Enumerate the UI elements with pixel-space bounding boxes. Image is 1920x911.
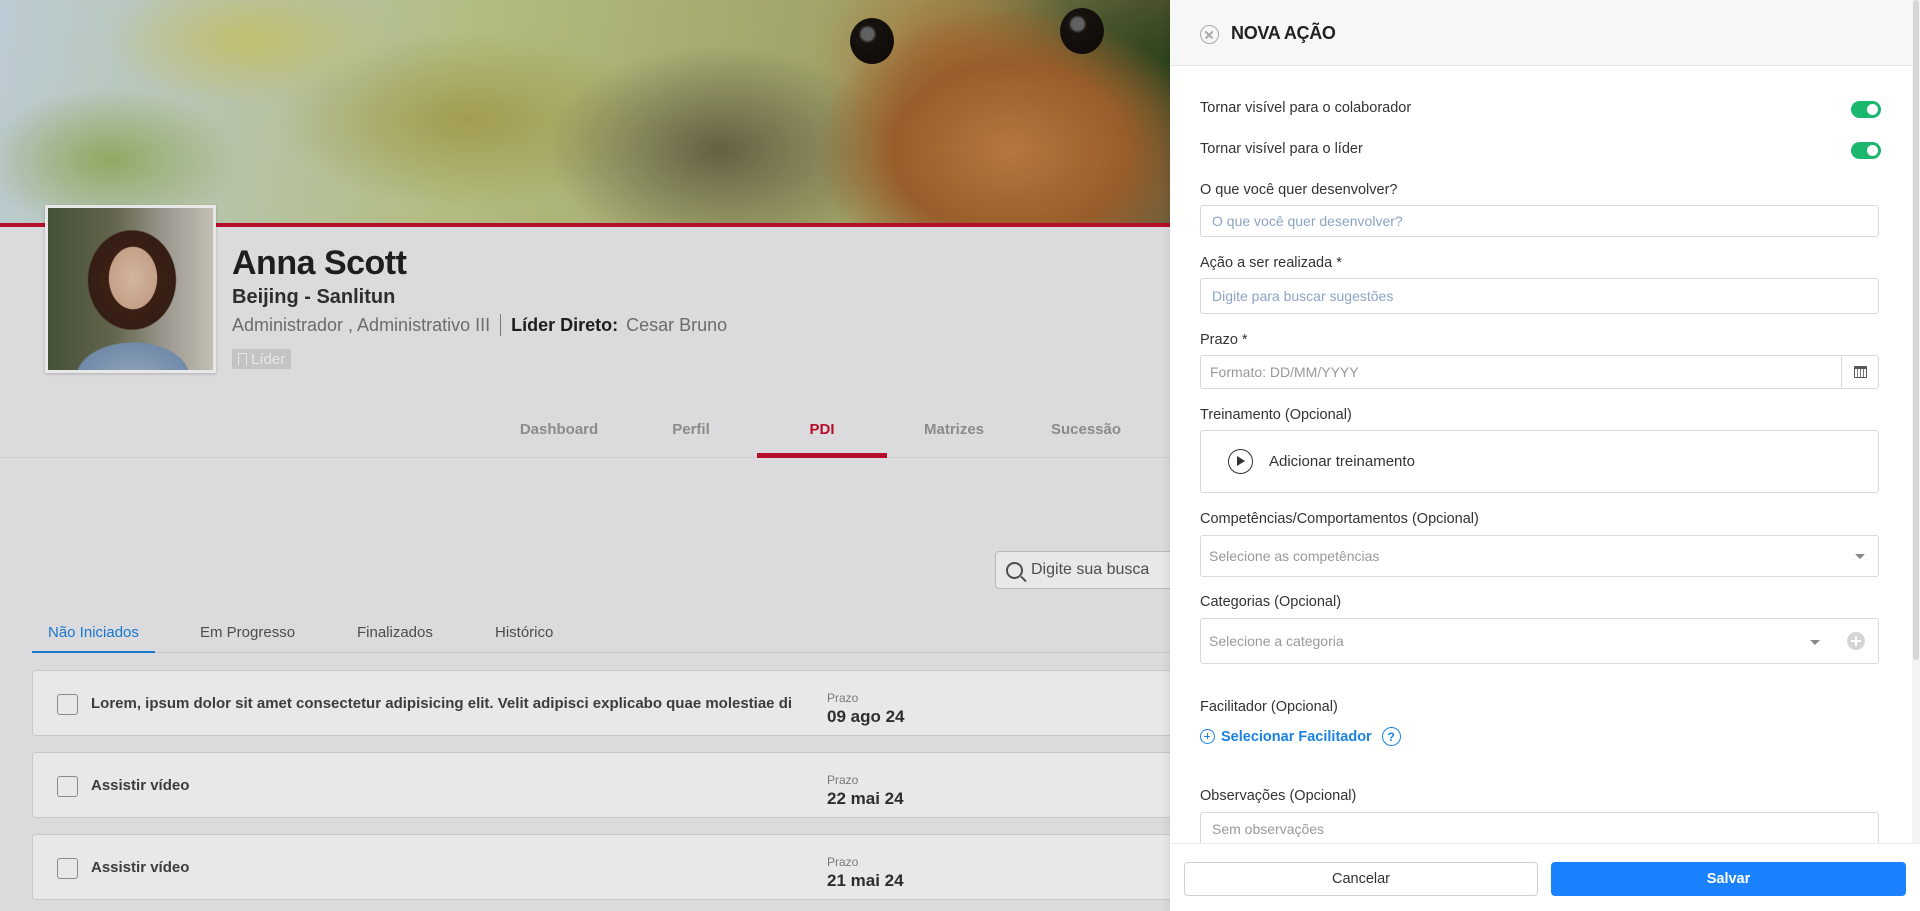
categories-placeholder: Selecione a categoria <box>1209 633 1344 649</box>
notes-label: Observações (Opcional) <box>1200 788 1357 804</box>
close-icon[interactable] <box>1200 25 1219 44</box>
training-label: Treinamento (Opcional) <box>1200 407 1352 423</box>
categories-select[interactable]: Selecione a categoria <box>1200 618 1879 664</box>
action-input[interactable] <box>1212 279 1878 313</box>
new-action-drawer: NOVA AÇÃO Tornar visível para o colabora… <box>1170 0 1920 911</box>
competencies-select[interactable]: Selecione as competências <box>1200 535 1879 577</box>
develop-label: O que você quer desenvolver? <box>1200 182 1398 198</box>
modal-backdrop[interactable] <box>0 0 1170 911</box>
notes-placeholder: Sem observações <box>1212 821 1325 837</box>
add-training-button[interactable]: Adicionar treinamento <box>1200 430 1879 493</box>
help-icon[interactable]: ? <box>1381 727 1401 746</box>
add-category-icon[interactable] <box>1847 632 1865 650</box>
visible-leader-label: Tornar visível para o líder <box>1200 141 1363 157</box>
calendar-icon <box>1853 366 1867 378</box>
calendar-button[interactable] <box>1841 356 1878 388</box>
deadline-field[interactable] <box>1200 355 1879 389</box>
scrollbar-thumb[interactable] <box>1913 0 1919 660</box>
visible-leader-toggle[interactable] <box>1851 142 1881 159</box>
save-button[interactable]: Salvar <box>1551 862 1906 896</box>
chevron-down-icon <box>1855 554 1865 559</box>
plus-icon <box>1200 729 1215 744</box>
select-facilitator-button[interactable]: Selecionar Facilitador ? <box>1200 727 1401 746</box>
chevron-down-icon <box>1810 640 1820 645</box>
add-training-label: Adicionar treinamento <box>1269 453 1415 470</box>
drawer-footer: Cancelar Salvar <box>1170 843 1920 911</box>
develop-input[interactable] <box>1212 206 1878 236</box>
drawer-header: NOVA AÇÃO <box>1170 0 1920 66</box>
categories-label: Categorias (Opcional) <box>1200 594 1342 610</box>
action-field[interactable] <box>1200 278 1879 314</box>
competencies-placeholder: Selecione as competências <box>1209 548 1380 564</box>
facilitator-label: Facilitador (Opcional) <box>1200 699 1338 715</box>
drawer-scrollbar[interactable] <box>1912 0 1920 843</box>
action-label: Ação a ser realizada * <box>1200 255 1342 271</box>
visible-collaborator-toggle[interactable] <box>1851 101 1881 118</box>
deadline-field-label: Prazo * <box>1200 332 1248 348</box>
competencies-label: Competências/Comportamentos (Opcional) <box>1200 511 1479 527</box>
play-icon <box>1228 449 1253 474</box>
drawer-title: NOVA AÇÃO <box>1231 23 1336 43</box>
deadline-input[interactable] <box>1210 356 1878 388</box>
cancel-button[interactable]: Cancelar <box>1184 862 1538 896</box>
visible-collaborator-label: Tornar visível para o colaborador <box>1200 100 1412 116</box>
select-facilitator-label: Selecionar Facilitador <box>1221 728 1372 745</box>
develop-field[interactable] <box>1200 205 1879 237</box>
